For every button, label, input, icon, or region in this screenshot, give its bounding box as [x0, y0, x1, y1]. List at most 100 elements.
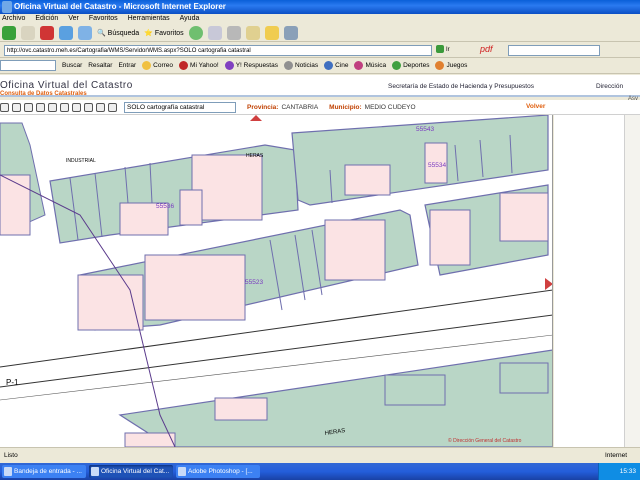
status-text: Listo	[4, 452, 18, 459]
label-heras-top: HERAS	[246, 153, 264, 159]
parcel-11[interactable]	[344, 164, 391, 196]
parcel-002[interactable]	[214, 397, 268, 421]
link-cine[interactable]: Cine	[324, 61, 348, 70]
stop-icon[interactable]	[40, 25, 54, 40]
map-toolbar: SOLO cartografía catastral Provincia: CA…	[0, 100, 640, 115]
map-info-icon[interactable]	[0, 102, 9, 112]
entrar-button[interactable]: Entrar	[118, 62, 136, 69]
zoom-full-icon[interactable]	[72, 102, 81, 112]
forward-icon[interactable]	[21, 25, 35, 40]
pan-icon[interactable]	[12, 102, 21, 112]
link-mi-yahoo[interactable]: Mi Yahoo!	[179, 61, 219, 70]
film-icon	[324, 61, 334, 70]
menu-item-edicion[interactable]: Edición	[35, 14, 58, 24]
parcel-18[interactable]	[384, 374, 446, 406]
hand-icon[interactable]	[24, 102, 33, 112]
sports-icon	[392, 61, 402, 70]
messenger-icon[interactable]	[283, 25, 298, 40]
link-musica-label: Música	[365, 62, 387, 70]
menu-item-herramientas[interactable]: Herramientas	[128, 14, 170, 24]
highlight-button[interactable]: Resaltar	[88, 62, 112, 69]
address-input[interactable]: http://ovc.catastro.meh.es/Cartografia/W…	[4, 45, 432, 56]
municipality-value: MEDIO CUDEYO	[364, 103, 416, 111]
parcel-06[interactable]	[179, 189, 203, 226]
address-bar: http://ovc.catastro.meh.es/Cartografia/W…	[0, 43, 640, 58]
parcel-02b[interactable]	[324, 219, 386, 281]
answers-icon	[224, 61, 234, 70]
status-bar: Listo Internet	[0, 447, 640, 463]
block-number-55536: 55536	[156, 203, 174, 210]
taskbar-item-catastro[interactable]: Oficina Virtual del Cat...	[89, 465, 173, 478]
menu-item-ver[interactable]: Ver	[68, 14, 79, 24]
menu-item-favoritos[interactable]: Favoritos	[89, 14, 118, 24]
home-icon[interactable]	[78, 25, 92, 40]
mail-icon[interactable]	[207, 25, 222, 40]
pdf-search-input[interactable]	[508, 45, 600, 56]
link-respuestas-label: Y! Respuestas	[235, 62, 278, 70]
page-scrollbar[interactable]	[624, 115, 640, 447]
layer-select[interactable]: SOLO cartografía catastral	[124, 101, 236, 113]
site-header: Oficina Virtual del Catastro Consulta de…	[0, 75, 640, 97]
link-musica[interactable]: Música	[354, 61, 386, 70]
window-title: Oficina Virtual del Catastro - Microsoft…	[14, 2, 226, 11]
parcel-16[interactable]	[499, 362, 549, 394]
yahoo-icon	[179, 61, 189, 70]
search-label: Búsqueda	[107, 29, 140, 37]
browser-toolbar: 🔍 Búsqueda ⭐ Favoritos	[0, 24, 640, 42]
history-icon[interactable]	[188, 25, 203, 40]
link-juegos-label: Juegos	[446, 62, 468, 70]
refresh-map-icon[interactable]	[96, 102, 105, 112]
favorites-button[interactable]: ⭐ Favoritos	[144, 29, 183, 37]
zoom-out-icon[interactable]	[48, 102, 57, 112]
taskbar-item-photoshop[interactable]: Adobe Photoshop - [...	[176, 465, 260, 478]
parcel-32[interactable]	[144, 254, 246, 321]
link-cine-label: Cine	[335, 62, 349, 70]
zoom-window-icon[interactable]	[60, 102, 69, 112]
taskbar-item-catastro-label: Oficina Virtual del Cat...	[101, 468, 170, 475]
ie-logo-icon	[2, 1, 12, 13]
window-titlebar: Oficina Virtual del Catastro - Microsoft…	[0, 0, 640, 14]
link-juegos[interactable]: Juegos	[435, 61, 467, 70]
parcel-02[interactable]	[0, 174, 31, 236]
block-number-55534: 55534	[428, 162, 446, 169]
print-icon[interactable]	[226, 25, 241, 40]
parcel-bottom-left[interactable]	[124, 432, 176, 447]
back-icon[interactable]	[2, 25, 16, 40]
go-button[interactable]: Ir	[436, 45, 458, 56]
site-title: Oficina Virtual del Catastro	[0, 80, 133, 91]
clock: 15:33	[619, 468, 636, 475]
refresh-icon[interactable]	[59, 25, 73, 40]
map-canvas[interactable]: INDUSTRIAL HERAS 55536 55543 55534 55523…	[0, 115, 553, 447]
ministry-link[interactable]: Secretaría de Estado de Hacienda y Presu…	[388, 83, 534, 90]
go-label: Ir	[446, 47, 450, 53]
province-label: Provincia:	[247, 103, 279, 111]
link-noticias[interactable]: Noticias	[283, 61, 318, 70]
measure-icon[interactable]	[84, 102, 93, 112]
menu-item-archivo[interactable]: Archivo	[2, 14, 25, 24]
menu-item-ayuda[interactable]: Ayuda	[180, 14, 200, 24]
news-icon	[283, 61, 293, 70]
windows-taskbar: Bandeja de entrada - ... Oficina Virtual…	[0, 463, 640, 480]
zoom-in-icon[interactable]	[36, 102, 45, 112]
print-map-icon[interactable]	[108, 102, 117, 112]
direction-link[interactable]: Dirección	[596, 83, 623, 90]
pdf-label: pdf	[480, 44, 493, 54]
parcel-22[interactable]	[499, 192, 549, 242]
cadastral-map[interactable]: INDUSTRIAL HERAS 55536 55543 55534 55523…	[0, 115, 553, 447]
parcel-17[interactable]	[429, 209, 471, 266]
link-respuestas[interactable]: Y! Respuestas	[224, 61, 278, 70]
link-correo[interactable]: Correo	[142, 61, 173, 70]
search-button[interactable]: 🔍 Búsqueda	[97, 29, 139, 37]
label-industrial: INDUSTRIAL	[66, 158, 96, 164]
taskbar-item-photoshop-label: Adobe Photoshop - [...	[188, 468, 253, 475]
block-number-55523: 55523	[245, 279, 263, 286]
taskbar-item-mail[interactable]: Bandeja de entrada - ...	[2, 465, 86, 478]
link-deportes-label: Deportes	[403, 62, 430, 70]
link-mi-yahoo-label: Mi Yahoo!	[190, 62, 219, 70]
folder-icon[interactable]	[264, 25, 279, 40]
edit-icon[interactable]	[245, 25, 260, 40]
yahoo-search-button[interactable]: Buscar	[62, 62, 82, 69]
back-link[interactable]: Volver	[526, 103, 545, 110]
yahoo-search-input[interactable]	[0, 60, 56, 71]
link-deportes[interactable]: Deportes	[392, 61, 429, 70]
